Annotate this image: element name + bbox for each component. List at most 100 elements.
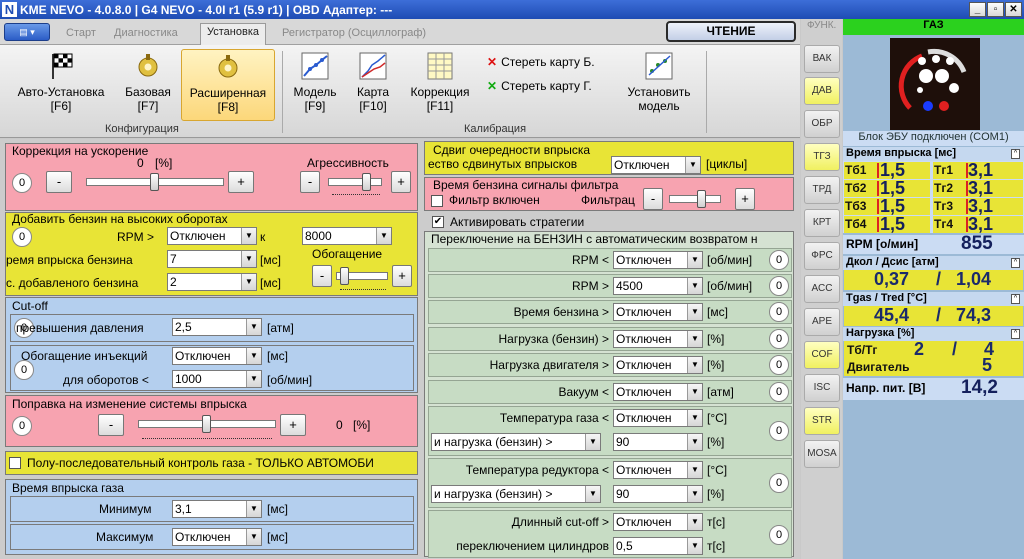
switch-title: Переключение на БЕНЗИН с автоматическим … [431, 232, 758, 246]
collapse-icon[interactable]: ^ [1011, 149, 1020, 159]
high-rpm-select[interactable]: Отключен ▼ [167, 227, 257, 245]
activate-strategies-checkbox[interactable]: ✔ [432, 216, 444, 228]
side-vak-button[interactable]: ВАК [804, 45, 840, 73]
map-grid-icon [359, 52, 387, 80]
row-select[interactable]: Отключен ▼ [613, 383, 703, 401]
aggr-slider-thumb[interactable] [362, 173, 371, 191]
min-select[interactable]: 3,1 ▼ [172, 500, 262, 518]
max-select[interactable]: Отключен ▼ [172, 528, 262, 546]
enrich-minus-button[interactable]: - [312, 265, 332, 287]
pressure-select[interactable]: 2,5 ▼ [172, 318, 262, 336]
model-button[interactable]: Модель [F9] [288, 49, 342, 121]
row-select[interactable]: Отключен ▼ [613, 409, 703, 427]
row-select[interactable]: Отключен ▼ [613, 461, 703, 479]
aggr-minus-button[interactable]: - [300, 171, 320, 193]
side-tgz-button[interactable]: ТГЗ [804, 143, 840, 171]
high-rpm-k-select[interactable]: 8000 ▼ [302, 227, 392, 245]
app-menu-button[interactable]: ▤ ▾ [4, 23, 50, 41]
row-select-2[interactable]: 0,5 ▼ [613, 537, 703, 555]
filter-slider-thumb[interactable] [697, 190, 706, 208]
auto-setup-button[interactable]: Авто-Установка [F6] [6, 49, 116, 121]
side-str-button[interactable]: STR [804, 407, 840, 435]
inj-enrich-unit: [мс] [267, 349, 288, 363]
row-select[interactable]: Отключен ▼ [613, 303, 703, 321]
collapse-icon[interactable]: ^ [1011, 329, 1020, 339]
accel-plus-button[interactable]: + [228, 171, 254, 193]
chevron-down-icon: ▼ [687, 538, 702, 554]
collapse-icon[interactable]: ^ [1011, 294, 1020, 304]
cutoff-pressure-row: 0 превышения давления 2,5 ▼ [атм] [10, 314, 414, 342]
row-condition-select[interactable]: и нагрузка (бензин) > ▼ [431, 485, 601, 503]
row-select[interactable]: Отключен ▼ [613, 356, 703, 374]
basic-button[interactable]: Базовая [F7] [120, 49, 176, 121]
collapse-icon[interactable]: ^ [1011, 258, 1020, 268]
filter-checkbox[interactable] [431, 195, 443, 207]
chevron-down-icon: ▼ [241, 228, 256, 244]
gas-switch-dial[interactable] [890, 38, 980, 130]
erase-gas-map-button[interactable]: ✕ Стереть карту Г. [487, 79, 592, 93]
row-select-2[interactable]: 90 ▼ [613, 433, 703, 451]
petrol-inj-unit: [мс] [260, 253, 281, 267]
row-select[interactable]: Отключен ▼ [613, 251, 703, 269]
erase-petrol-map-button[interactable]: ✕ Стереть карту Б. [487, 55, 595, 69]
maximize-button[interactable]: ▫ [987, 2, 1004, 17]
accel-slider-thumb[interactable] [150, 173, 159, 191]
tab-recorder[interactable]: Регистратор (Осциллограф) [276, 25, 432, 45]
row-unit: [об/мин] [707, 253, 753, 267]
inj-shift-select[interactable]: Отключен ▼ [611, 156, 701, 174]
side-frs-button[interactable]: ФРС [804, 242, 840, 270]
high-rpm-label: RPM > [117, 230, 155, 244]
side-cof-button[interactable]: COF [804, 341, 840, 369]
side-dav-button[interactable]: ДАВ [804, 77, 840, 105]
gas-inj-max-row: Максимум Отключен ▼ [мс] [10, 524, 414, 550]
cutoff-counter-2: 0 [14, 360, 34, 380]
side-trd-button[interactable]: ТРД [804, 176, 840, 204]
semi-sequential-checkbox[interactable] [9, 457, 21, 469]
accel-minus-button[interactable]: - [46, 171, 72, 193]
map-button[interactable]: Карта [F10] [350, 49, 396, 121]
enrichment-label: Обогащение [312, 247, 383, 261]
filter-minus-button[interactable]: - [643, 188, 663, 210]
read-button[interactable]: ЧТЕНИЕ [666, 21, 796, 42]
fuel-system-unit: [%] [353, 418, 371, 432]
aggr-slider-track[interactable] [328, 178, 382, 186]
strategy-row-petrol-load: Нагрузка (бензин) > Отключен ▼ [%] 0 [428, 327, 792, 351]
fuel-system-minus-button[interactable]: - [98, 414, 124, 436]
petrol-inj-select[interactable]: 7 ▼ [167, 250, 257, 268]
aggr-plus-button[interactable]: + [391, 171, 411, 193]
row-unit: [%] [707, 358, 725, 372]
enrich-slider-thumb[interactable] [340, 267, 349, 285]
correction-button[interactable]: Коррекция [F11] [402, 49, 478, 121]
row-select[interactable]: 4500 ▼ [613, 277, 703, 295]
added-petrol-select[interactable]: 2 ▼ [167, 273, 257, 291]
side-krt-button[interactable]: КРТ [804, 209, 840, 237]
model-label: Модель [293, 85, 337, 99]
fuel-system-plus-button[interactable]: + [280, 414, 306, 436]
correction-key: [F11] [426, 99, 454, 113]
install-model-button[interactable]: Установить модель [620, 49, 698, 121]
row-select[interactable]: Отключен ▼ [613, 513, 703, 531]
side-isc-button[interactable]: ISC [804, 374, 840, 402]
enrich-plus-button[interactable]: + [392, 265, 412, 287]
filter-slider-track[interactable] [669, 195, 721, 203]
extended-button[interactable]: Расширенная [F8] [181, 49, 275, 121]
row-unit: т[с] [707, 515, 726, 529]
row-condition-select[interactable]: и нагрузка (бензин) > ▼ [431, 433, 601, 451]
tab-start[interactable]: Старт [60, 25, 102, 45]
row-unit-2: т[с] [707, 539, 726, 553]
rpm-below-select[interactable]: 1000 ▼ [172, 370, 262, 388]
side-obr-button[interactable]: ОБР [804, 110, 840, 138]
side-are-button[interactable]: АРЕ [804, 308, 840, 336]
close-button[interactable]: ✕ [1005, 2, 1022, 17]
minimize-button[interactable]: _ [969, 2, 986, 17]
side-ass-button[interactable]: АСС [804, 275, 840, 303]
side-mosa-button[interactable]: MOSA [804, 440, 840, 468]
row-select-2[interactable]: 90 ▼ [613, 485, 703, 503]
load-values: Тб/Тг 2 / 4 Двигатель 5 [844, 339, 1023, 376]
filter-plus-button[interactable]: + [735, 188, 755, 210]
inj-enrich-select[interactable]: Отключен ▼ [172, 347, 262, 365]
fuel-system-slider-thumb[interactable] [202, 415, 211, 433]
tab-setup[interactable]: Установка [200, 23, 266, 45]
row-select[interactable]: Отключен ▼ [613, 330, 703, 348]
tab-diagnostics[interactable]: Диагностика [108, 25, 184, 45]
